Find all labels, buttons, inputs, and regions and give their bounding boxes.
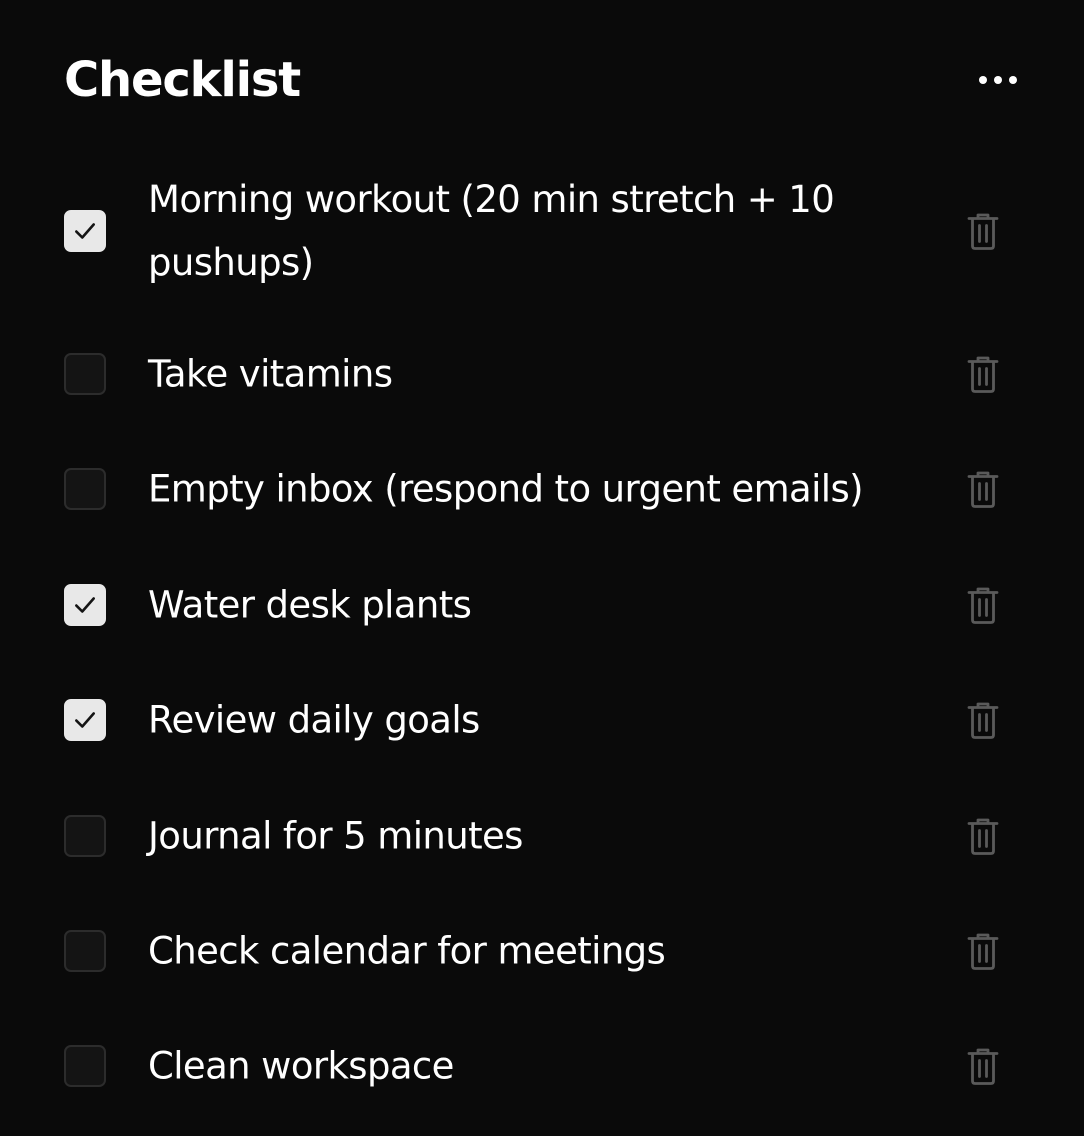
- item-label: Journal for 5 minutes: [148, 814, 523, 858]
- item-checkbox[interactable]: [64, 468, 106, 510]
- item-checkbox[interactable]: [64, 584, 106, 626]
- trash-icon[interactable]: [966, 469, 1000, 509]
- trash-icon[interactable]: [966, 354, 1000, 394]
- checklist-item: Water desk plants: [64, 574, 1020, 636]
- checklist-item: Check calendar for meetings: [64, 920, 1020, 982]
- item-checkbox[interactable]: [64, 353, 106, 395]
- item-label: Empty inbox (respond to urgent emails): [148, 467, 864, 511]
- item-label: Take vitamins: [148, 352, 393, 396]
- item-checkbox[interactable]: [64, 1045, 106, 1087]
- trash-icon[interactable]: [966, 211, 1000, 251]
- item-checkbox[interactable]: [64, 210, 106, 252]
- item-checkbox[interactable]: [64, 930, 106, 972]
- checklist-item: Empty inbox (respond to urgent emails): [64, 458, 1020, 520]
- checklist-item: Review daily goals: [64, 689, 1020, 751]
- checklist-item: Clean workspace: [64, 1035, 1020, 1097]
- item-label: Morning workout (20 min stretch + 10 pus…: [148, 178, 835, 284]
- item-label: Check calendar for meetings: [148, 929, 666, 973]
- trash-icon[interactable]: [966, 700, 1000, 740]
- trash-icon[interactable]: [966, 816, 1000, 856]
- checklist-items: Morning workout (20 min stretch + 10 pus…: [0, 0, 1084, 1136]
- item-label: Clean workspace: [148, 1044, 454, 1088]
- check-icon: [75, 597, 95, 613]
- checklist-item: Journal for 5 minutes: [64, 805, 1020, 867]
- item-label: Review daily goals: [148, 698, 480, 742]
- trash-icon[interactable]: [966, 1046, 1000, 1086]
- checklist-card: Checklist Morning workout (20 min stretc…: [0, 0, 1084, 1136]
- trash-icon[interactable]: [966, 585, 1000, 625]
- check-icon: [75, 223, 95, 239]
- item-checkbox[interactable]: [64, 699, 106, 741]
- item-checkbox[interactable]: [64, 815, 106, 857]
- check-icon: [75, 712, 95, 728]
- trash-icon[interactable]: [966, 931, 1000, 971]
- item-label: Water desk plants: [148, 583, 472, 627]
- checklist-item: Take vitamins: [64, 343, 1020, 405]
- checklist-item: Morning workout (20 min stretch + 10 pus…: [64, 168, 1020, 294]
